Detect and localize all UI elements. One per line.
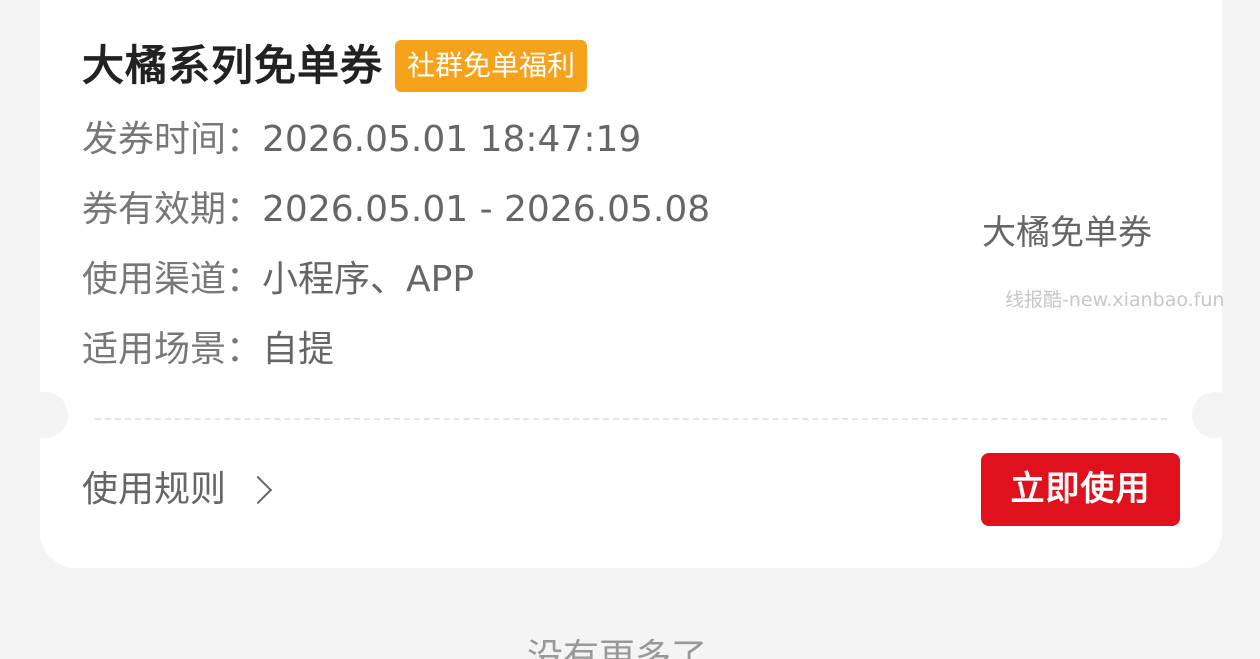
channel-label: 使用渠道： xyxy=(82,259,263,300)
validity-label: 券有效期： xyxy=(82,189,263,230)
watermark-text: 线报酷-new.xianbao.fun xyxy=(1005,289,1225,311)
chevron-right-icon xyxy=(243,475,273,505)
validity-value: 2026.05.01 - 2026.05.08 xyxy=(262,189,711,230)
scene-label: 适用场景： xyxy=(82,329,263,370)
coupon-card: 大橘系列免单券 社群免单福利 发券时间：2026.05.01 18:47:19 … xyxy=(40,0,1225,568)
coupon-title-row: 大橘系列免单券 社群免单福利 xyxy=(82,36,588,96)
validity-row: 券有效期：2026.05.01 - 2026.05.08 xyxy=(82,185,710,235)
usage-rules-label: 使用规则 xyxy=(82,469,227,510)
scene-row: 适用场景：自提 xyxy=(82,325,334,375)
ticket-notch-left xyxy=(22,392,68,438)
ticket-notch-right xyxy=(1192,392,1238,438)
scene-value: 自提 xyxy=(262,329,335,370)
coupon-side-name: 大橘免单券 xyxy=(982,213,1152,253)
issue-time-value: 2026.05.01 18:47:19 xyxy=(262,119,642,160)
channel-row: 使用渠道：小程序、APP xyxy=(82,255,474,305)
dashed-divider xyxy=(95,418,1167,420)
issue-time-row: 发券时间：2026.05.01 18:47:19 xyxy=(82,115,641,165)
issue-time-label: 发券时间： xyxy=(82,119,263,160)
coupon-title: 大橘系列免单券 xyxy=(82,41,384,90)
use-now-button[interactable]: 立即使用 xyxy=(981,453,1180,526)
coupon-list-page: 大橘系列免单券 社群免单福利 发券时间：2026.05.01 18:47:19 … xyxy=(0,0,1260,659)
coupon-tag-badge: 社群免单福利 xyxy=(395,40,588,92)
no-more-text: 没有更多了 xyxy=(526,637,707,659)
usage-rules-link[interactable]: 使用规则 xyxy=(82,462,273,518)
channel-value: 小程序、APP xyxy=(262,259,475,300)
